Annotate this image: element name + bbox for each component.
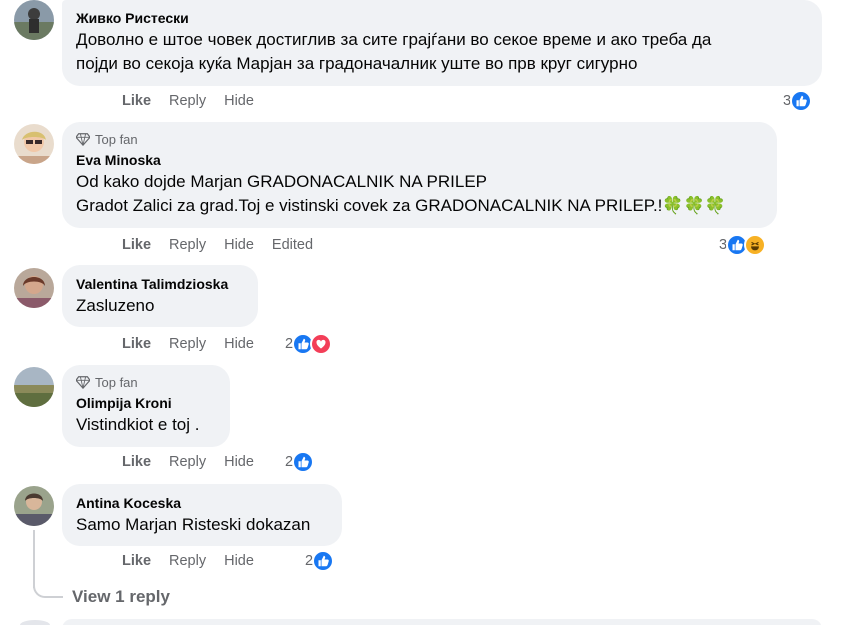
reply-button[interactable]: Reply — [169, 553, 206, 569]
comment-author[interactable]: Antina Koceska — [76, 494, 328, 513]
comment-text-line: Доволно е штое човек достиглив за сите г… — [76, 30, 712, 49]
top-fan-badge: Top fan — [76, 373, 216, 391]
like-button[interactable]: Like — [122, 93, 151, 109]
comment-text-line: Gradot Zalici za grad.Toj e vistinski co… — [76, 196, 726, 215]
like-button[interactable]: Like — [122, 336, 151, 352]
comment-author[interactable]: Живко Ристески — [76, 9, 808, 28]
reply-button[interactable]: Reply — [169, 336, 206, 352]
comment-bubble: Antina Koceska Samo Marjan Risteski doka… — [62, 484, 342, 546]
avatar[interactable] — [14, 268, 54, 308]
hide-button[interactable]: Hide — [224, 237, 254, 253]
view-replies-link[interactable]: View 1 reply — [72, 587, 170, 607]
top-fan-label: Top fan — [95, 374, 138, 390]
top-fan-badge: Top fan — [76, 130, 763, 148]
reaction-summary[interactable]: 2 — [305, 550, 335, 572]
avatar[interactable] — [14, 0, 54, 40]
comment-bubble: Живко Ристески Доволно е штое човек дост… — [62, 0, 822, 86]
reaction-summary[interactable]: 3 — [719, 234, 767, 256]
diamond-icon — [76, 376, 90, 389]
reaction-summary[interactable]: 2 — [285, 333, 333, 355]
like-button[interactable]: Like — [122, 237, 151, 253]
reply-button[interactable]: Reply — [169, 454, 206, 470]
comment-author[interactable]: Eva Minoska — [76, 151, 763, 170]
reply-thread-connector — [33, 586, 63, 598]
comment-text-line: појди во секоја куќа Марјан за градонача… — [76, 54, 638, 73]
hide-button[interactable]: Hide — [224, 553, 254, 569]
comment-text-line: Zasluzeno — [76, 296, 155, 315]
avatar[interactable] — [14, 486, 54, 526]
comment-author[interactable]: Olimpija Kroni — [76, 394, 216, 413]
comment-bubble: Top fan Eva Minoska Od kako dojde Marjan… — [62, 122, 777, 228]
reaction-summary[interactable]: 2 — [285, 451, 315, 473]
comment-author[interactable]: Valentina Talimdzioska — [76, 275, 244, 294]
avatar[interactable] — [20, 620, 50, 625]
comment-actions: Like Reply Hide — [122, 553, 272, 569]
reply-thread-line — [33, 530, 35, 588]
hide-button[interactable]: Hide — [224, 93, 254, 109]
reply-button[interactable]: Reply — [169, 237, 206, 253]
comment-actions: Like Reply Hide — [122, 93, 272, 109]
next-comment-bubble — [62, 619, 822, 625]
comment-text-line: Od kako dojde Marjan GRADONACALNIK NA PR… — [76, 172, 487, 191]
comment-bubble: Top fan Olimpija Kroni Vistindkiot e toj… — [62, 365, 230, 447]
reply-button[interactable]: Reply — [169, 93, 206, 109]
like-button[interactable]: Like — [122, 553, 151, 569]
heart-icon — [310, 333, 333, 355]
diamond-icon — [76, 133, 90, 146]
comment-bubble: Valentina Talimdzioska Zasluzeno — [62, 265, 258, 327]
avatar[interactable] — [14, 124, 54, 164]
laughing-face-icon — [744, 234, 767, 256]
thumbs-up-icon — [292, 451, 315, 473]
hide-button[interactable]: Hide — [224, 336, 254, 352]
comment-actions: Like Reply Hide — [122, 336, 272, 352]
comment-text-line: Samo Marjan Risteski dokazan — [76, 515, 311, 534]
top-fan-label: Top fan — [95, 131, 138, 147]
reaction-summary[interactable]: 3 — [783, 90, 813, 112]
avatar[interactable] — [14, 367, 54, 407]
hide-button[interactable]: Hide — [224, 454, 254, 470]
thumbs-up-icon — [312, 550, 335, 572]
edited-label: Edited — [271, 237, 314, 253]
comment-text-line: Vistindkiot e toj . — [76, 415, 200, 434]
comment-actions: Like Reply Hide Edited — [122, 237, 313, 253]
thumbs-up-icon — [790, 90, 813, 112]
comment-actions: Like Reply Hide — [122, 454, 272, 470]
like-button[interactable]: Like — [122, 454, 151, 470]
